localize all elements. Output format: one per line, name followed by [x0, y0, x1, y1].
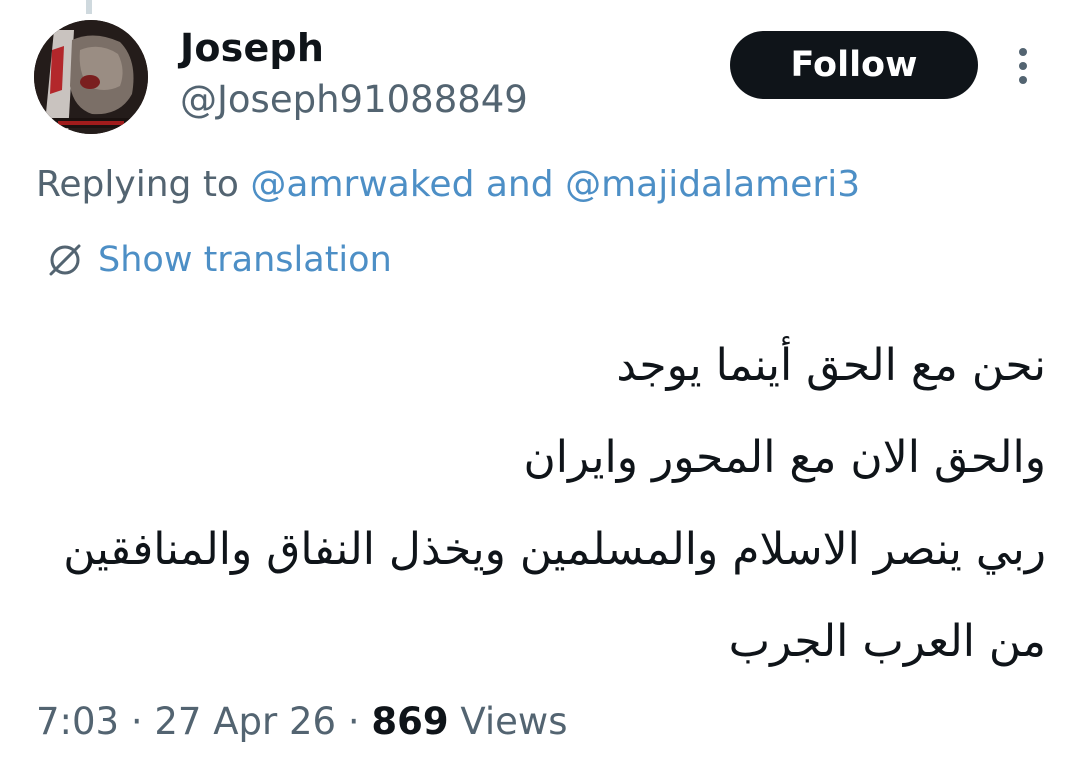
tweet-text-line: والحق الان مع المحور وايران — [523, 432, 1046, 483]
tweet-time[interactable]: 7:03 — [36, 700, 119, 743]
tweet-text-line: نحن مع الحق أينما يوجد — [616, 340, 1046, 391]
meta-separator: · — [347, 700, 360, 743]
more-dot — [1019, 76, 1027, 84]
display-name[interactable]: Joseph — [180, 26, 324, 70]
follow-button[interactable]: Follow — [730, 31, 978, 99]
tweet-date[interactable]: 27 Apr 26 — [154, 700, 336, 743]
mention-link-majidalameri3[interactable]: @majidalameri3 — [565, 164, 860, 205]
views-count[interactable]: 869 — [371, 700, 448, 743]
user-handle[interactable]: @Joseph91088849 — [180, 78, 528, 121]
tweet-text: نحن مع الحق أينما يوجد والحق الان مع الم… — [46, 320, 1046, 688]
mention-link-amrwaked[interactable]: @amrwaked — [250, 164, 474, 205]
more-icon[interactable] — [1006, 44, 1040, 88]
mention-conjunction[interactable]: and — [486, 164, 554, 205]
avatar-image — [34, 20, 148, 134]
tweet-detail: Joseph @Joseph91088849 Follow Replying t… — [0, 0, 1080, 776]
avatar[interactable] — [34, 20, 148, 134]
tweet-text-line: ربي ينصر الاسلام والمسلمين ويخذل النفاق … — [63, 524, 1046, 575]
replying-to-line: Replying to @amrwaked and @majidalameri3 — [36, 164, 860, 205]
more-dot — [1019, 48, 1027, 56]
meta-separator: · — [130, 700, 143, 743]
more-dot — [1019, 62, 1027, 70]
replying-to-label: Replying to — [36, 164, 239, 205]
tweet-text-line: من العرب الجرب — [728, 616, 1046, 667]
show-translation-button[interactable]: Show translation — [46, 236, 392, 284]
views-label[interactable]: Views — [460, 700, 567, 743]
thread-connector-line — [86, 0, 92, 14]
tweet-meta: 7:03 · 27 Apr 26 · 869 Views — [36, 700, 567, 743]
show-translation-label: Show translation — [98, 240, 392, 280]
globe-slash-icon — [49, 244, 81, 276]
